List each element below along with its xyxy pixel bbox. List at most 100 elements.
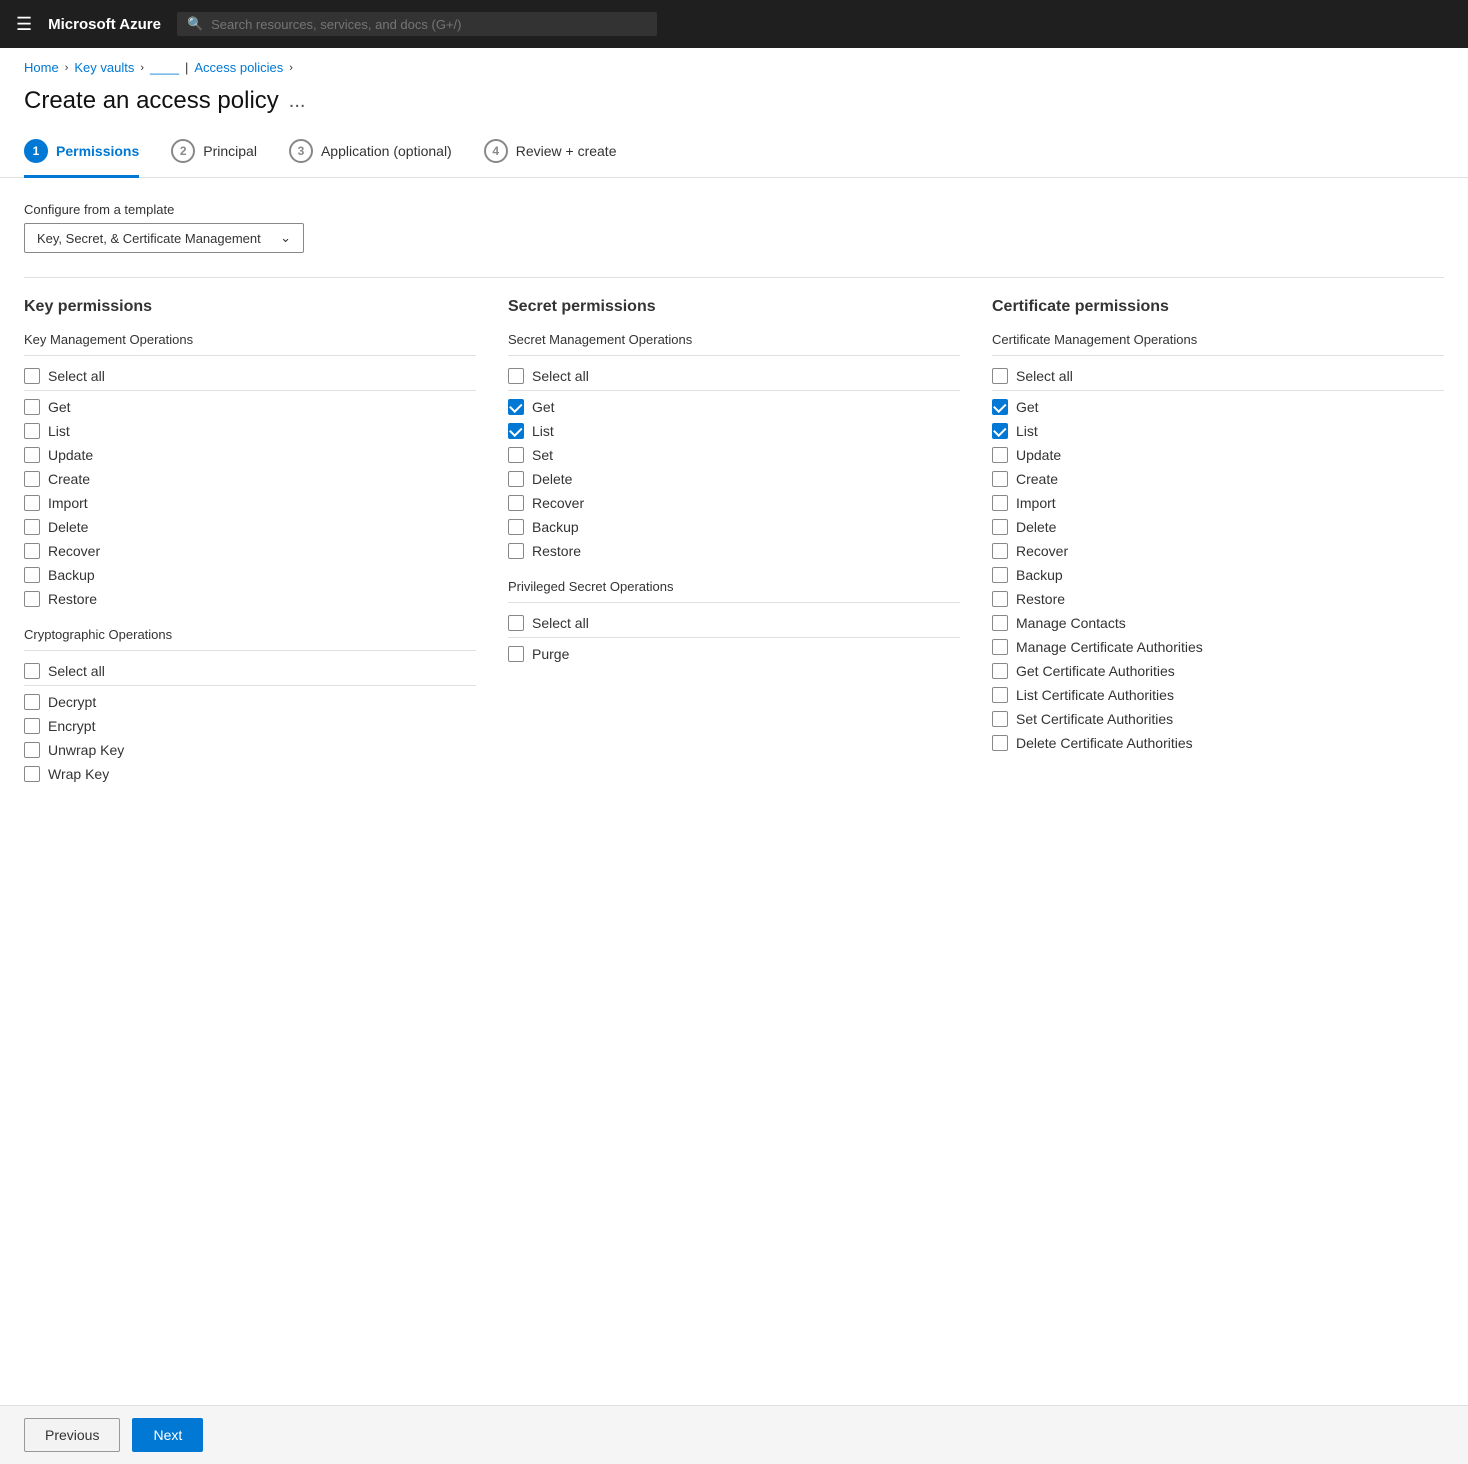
- secret-get[interactable]: Get: [508, 395, 960, 419]
- search-box[interactable]: 🔍: [177, 12, 657, 36]
- secret-purge-checkbox[interactable]: [508, 646, 524, 662]
- cert-list[interactable]: List: [992, 419, 1444, 443]
- cert-set-ca-checkbox[interactable]: [992, 711, 1008, 727]
- cert-get-ca-checkbox[interactable]: [992, 663, 1008, 679]
- secret-list-checkbox[interactable]: [508, 423, 524, 439]
- secret-get-checkbox[interactable]: [508, 399, 524, 415]
- key-list[interactable]: List: [24, 419, 476, 443]
- crypto-select-all-checkbox[interactable]: [24, 663, 40, 679]
- cert-list-checkbox[interactable]: [992, 423, 1008, 439]
- hamburger-icon[interactable]: ☰: [16, 14, 32, 35]
- key-select-all-checkbox[interactable]: [24, 368, 40, 384]
- secret-recover[interactable]: Recover: [508, 491, 960, 515]
- secret-select-all[interactable]: Select all: [508, 364, 960, 391]
- breadcrumb-vault-name[interactable]: ____: [150, 60, 179, 75]
- cert-recover[interactable]: Recover: [992, 539, 1444, 563]
- key-recover[interactable]: Recover: [24, 539, 476, 563]
- cert-manage-contacts[interactable]: Manage Contacts: [992, 611, 1444, 635]
- priv-secret-select-all-checkbox[interactable]: [508, 615, 524, 631]
- breadcrumb-sep-3: ›: [289, 62, 293, 74]
- cert-delete-ca-checkbox[interactable]: [992, 735, 1008, 751]
- wizard-step-4[interactable]: 4 Review + create: [484, 139, 617, 178]
- breadcrumb-home[interactable]: Home: [24, 60, 59, 75]
- key-restore[interactable]: Restore: [24, 587, 476, 611]
- cert-delete[interactable]: Delete: [992, 515, 1444, 539]
- key-create-checkbox[interactable]: [24, 471, 40, 487]
- cert-manage-contacts-checkbox[interactable]: [992, 615, 1008, 631]
- key-import[interactable]: Import: [24, 491, 476, 515]
- key-get[interactable]: Get: [24, 395, 476, 419]
- cert-restore-checkbox[interactable]: [992, 591, 1008, 607]
- secret-restore[interactable]: Restore: [508, 539, 960, 563]
- secret-backup[interactable]: Backup: [508, 515, 960, 539]
- key-wrap-checkbox[interactable]: [24, 766, 40, 782]
- breadcrumb-access-policies[interactable]: Access policies: [194, 60, 283, 75]
- previous-button[interactable]: Previous: [24, 1418, 120, 1452]
- priv-secret-select-all[interactable]: Select all: [508, 611, 960, 638]
- cert-create[interactable]: Create: [992, 467, 1444, 491]
- cert-manage-ca[interactable]: Manage Certificate Authorities: [992, 635, 1444, 659]
- cert-select-all[interactable]: Select all: [992, 364, 1444, 391]
- cert-mgmt-section: Certificate Management Operations Select…: [992, 332, 1444, 755]
- secret-purge[interactable]: Purge: [508, 642, 960, 666]
- cert-restore[interactable]: Restore: [992, 587, 1444, 611]
- key-delete-checkbox[interactable]: [24, 519, 40, 535]
- crypto-select-all[interactable]: Select all: [24, 659, 476, 686]
- cert-list-ca-checkbox[interactable]: [992, 687, 1008, 703]
- wizard-step-1[interactable]: 1 Permissions: [24, 139, 139, 178]
- cert-get-ca[interactable]: Get Certificate Authorities: [992, 659, 1444, 683]
- secret-list[interactable]: List: [508, 419, 960, 443]
- cert-set-ca[interactable]: Set Certificate Authorities: [992, 707, 1444, 731]
- template-select[interactable]: Key, Secret, & Certificate Management ⌄: [24, 223, 304, 253]
- key-create[interactable]: Create: [24, 467, 476, 491]
- cert-backup[interactable]: Backup: [992, 563, 1444, 587]
- breadcrumb-key-vaults[interactable]: Key vaults: [74, 60, 134, 75]
- key-import-checkbox[interactable]: [24, 495, 40, 511]
- key-decrypt-checkbox[interactable]: [24, 694, 40, 710]
- key-delete[interactable]: Delete: [24, 515, 476, 539]
- cert-import[interactable]: Import: [992, 491, 1444, 515]
- key-restore-checkbox[interactable]: [24, 591, 40, 607]
- key-unwrap[interactable]: Unwrap Key: [24, 738, 476, 762]
- secret-restore-checkbox[interactable]: [508, 543, 524, 559]
- key-update-checkbox[interactable]: [24, 447, 40, 463]
- secret-set-checkbox[interactable]: [508, 447, 524, 463]
- cert-get-ca-label: Get Certificate Authorities: [1016, 663, 1175, 679]
- wizard-step-3[interactable]: 3 Application (optional): [289, 139, 452, 178]
- key-encrypt-checkbox[interactable]: [24, 718, 40, 734]
- key-backup-checkbox[interactable]: [24, 567, 40, 583]
- cert-backup-checkbox[interactable]: [992, 567, 1008, 583]
- cert-delete-ca[interactable]: Delete Certificate Authorities: [992, 731, 1444, 755]
- cert-list-ca[interactable]: List Certificate Authorities: [992, 683, 1444, 707]
- cert-import-checkbox[interactable]: [992, 495, 1008, 511]
- secret-delete[interactable]: Delete: [508, 467, 960, 491]
- cert-get[interactable]: Get: [992, 395, 1444, 419]
- key-decrypt[interactable]: Decrypt: [24, 690, 476, 714]
- search-input[interactable]: [211, 17, 647, 32]
- secret-recover-checkbox[interactable]: [508, 495, 524, 511]
- secret-backup-checkbox[interactable]: [508, 519, 524, 535]
- cert-get-checkbox[interactable]: [992, 399, 1008, 415]
- cert-recover-checkbox[interactable]: [992, 543, 1008, 559]
- next-button[interactable]: Next: [132, 1418, 203, 1452]
- secret-select-all-checkbox[interactable]: [508, 368, 524, 384]
- key-get-checkbox[interactable]: [24, 399, 40, 415]
- cert-select-all-checkbox[interactable]: [992, 368, 1008, 384]
- cert-create-checkbox[interactable]: [992, 471, 1008, 487]
- page-ellipsis[interactable]: ...: [289, 90, 306, 113]
- secret-set[interactable]: Set: [508, 443, 960, 467]
- key-list-checkbox[interactable]: [24, 423, 40, 439]
- secret-delete-checkbox[interactable]: [508, 471, 524, 487]
- key-wrap[interactable]: Wrap Key: [24, 762, 476, 786]
- cert-update-checkbox[interactable]: [992, 447, 1008, 463]
- key-recover-checkbox[interactable]: [24, 543, 40, 559]
- cert-manage-ca-checkbox[interactable]: [992, 639, 1008, 655]
- wizard-step-2[interactable]: 2 Principal: [171, 139, 257, 178]
- cert-delete-checkbox[interactable]: [992, 519, 1008, 535]
- key-update[interactable]: Update: [24, 443, 476, 467]
- key-backup[interactable]: Backup: [24, 563, 476, 587]
- key-unwrap-checkbox[interactable]: [24, 742, 40, 758]
- key-select-all[interactable]: Select all: [24, 364, 476, 391]
- key-encrypt[interactable]: Encrypt: [24, 714, 476, 738]
- cert-update[interactable]: Update: [992, 443, 1444, 467]
